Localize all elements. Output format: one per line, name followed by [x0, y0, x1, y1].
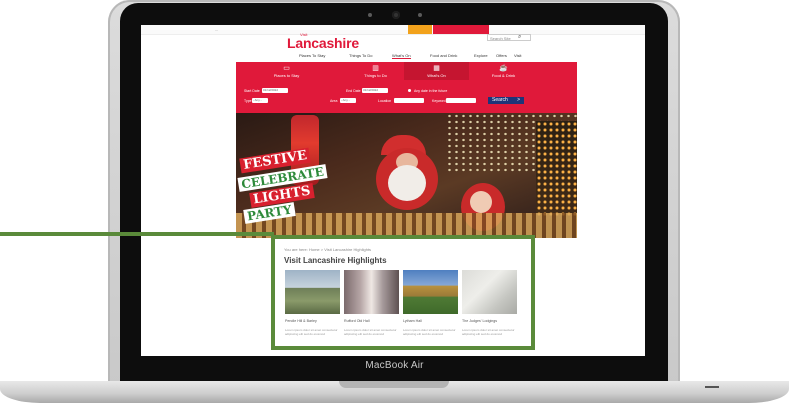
tab-label: Things to Do — [364, 73, 387, 78]
end-date-label: End Date — [346, 89, 361, 93]
location-input[interactable] — [394, 98, 424, 103]
highlight-card[interactable]: Lytham Hall Lorem ipsum dolor sit amet c… — [403, 270, 458, 336]
lit-tree — [536, 121, 577, 216]
highlights-callout: You are here: Home > Visit Lancashire Hi… — [271, 235, 535, 350]
card-description: Lorem ipsum dolor sit amet consectetur a… — [344, 327, 397, 336]
breadcrumb: You are here: Home > Visit Lancashire Hi… — [284, 247, 372, 252]
search-button[interactable]: Search > — [488, 97, 524, 104]
nav-item-explore[interactable]: Explore — [474, 53, 488, 58]
ticket-icon: ▥ — [372, 65, 379, 72]
nav-item-offers[interactable]: Offers — [496, 53, 507, 58]
callout-pointer-line — [0, 232, 274, 236]
card-image — [462, 270, 517, 314]
laptop-screen: ... Search Site ⌕ Visit Lancashire Place… — [141, 25, 645, 356]
sensor-dot — [368, 13, 372, 17]
card-image — [403, 270, 458, 314]
start-date-field[interactable]: 01/12/2022 — [262, 88, 288, 93]
card-image — [344, 270, 399, 314]
nav-item-places-to-stay[interactable]: Places To Stay — [299, 53, 325, 58]
start-date-label: Start Date — [244, 89, 260, 93]
hero-banner[interactable]: FESTIVE CELEBRATE LIGHTS PARTY — [236, 113, 577, 238]
type-select[interactable]: - Any - — [252, 98, 268, 103]
tab-places-to-stay[interactable]: ▭ Places to Stay — [254, 62, 319, 80]
top-promo-block[interactable] — [408, 25, 432, 34]
area-select[interactable]: - Any - — [340, 98, 356, 103]
card-image — [285, 270, 340, 314]
section-title: Visit Lancashire Highlights — [284, 256, 387, 265]
tab-label: What's On — [427, 73, 446, 78]
keyword-input[interactable] — [446, 98, 476, 103]
search-tabs: ▭ Places to Stay ▥ Things to Do ▦ What's… — [236, 62, 577, 80]
highlight-card[interactable]: The Judges' Lodgings Lorem ipsum dolor s… — [462, 270, 517, 336]
bed-icon: ▭ — [283, 65, 290, 72]
card-title[interactable]: The Judges' Lodgings — [462, 319, 517, 324]
site-search-input[interactable]: Search Site — [487, 34, 531, 41]
tab-label: Places to Stay — [273, 73, 300, 78]
mrs-claus-face — [470, 191, 492, 213]
search-panel: ▭ Places to Stay ▥ Things to Do ▦ What's… — [236, 62, 577, 113]
tab-food-and-drink[interactable]: ☕ Food & Drink — [471, 62, 536, 80]
location-label: Location — [378, 99, 392, 103]
card-title[interactable]: Rufford Old Hall — [344, 319, 399, 324]
top-promo-block[interactable] — [433, 25, 489, 34]
nav-item-visit[interactable]: Visit — [514, 53, 521, 58]
nav-item-things-to-do[interactable]: Things To Do — [349, 53, 373, 58]
card-description: Lorem ipsum dolor sit amet consectetur a… — [403, 327, 456, 336]
card-description: Lorem ipsum dolor sit amet consectetur a… — [462, 327, 515, 336]
nav-item-food-and-drink[interactable]: Food and Drink — [430, 53, 457, 58]
type-label: Type — [244, 99, 252, 103]
main-nav: Places To Stay Things To Do What's On Fo… — [289, 53, 521, 61]
card-title[interactable]: Pendle Hill & Barley — [285, 319, 340, 324]
search-icon[interactable]: ⌕ — [518, 34, 521, 41]
any-date-radio[interactable] — [408, 89, 411, 92]
top-strip: ... — [141, 25, 645, 35]
laptop-indicator — [705, 386, 719, 388]
area-label: Area — [330, 99, 338, 103]
nav-item-whats-on[interactable]: What's On — [392, 53, 411, 59]
laptop-hinge-notch — [339, 381, 449, 388]
highlight-card[interactable]: Pendle Hill & Barley Lorem ipsum dolor s… — [285, 270, 340, 336]
tab-label: Food & Drink — [491, 73, 516, 78]
cup-icon: ☕ — [499, 65, 508, 72]
search-button-label: Search — [492, 97, 508, 103]
keyword-label: Keyword — [432, 99, 446, 103]
arrow-right-icon: > — [517, 97, 520, 103]
sensor-dot — [418, 13, 422, 17]
card-title[interactable]: Lytham Hall — [403, 319, 458, 324]
site-logo[interactable]: Lancashire — [287, 35, 359, 51]
topbar-text: ... — [215, 27, 219, 32]
laptop-brand-label: MacBook Air — [365, 360, 424, 371]
camera-icon — [392, 11, 400, 19]
card-description: Lorem ipsum dolor sit amet consectetur a… — [285, 327, 338, 336]
end-date-field[interactable]: 31/12/2022 — [362, 88, 388, 93]
calendar-icon: ▦ — [433, 65, 440, 72]
any-date-label: Any date in the future — [414, 89, 448, 93]
tab-whats-on[interactable]: ▦ What's On — [404, 62, 469, 80]
santa-beard — [388, 165, 426, 201]
tab-things-to-do[interactable]: ▥ Things to Do — [343, 62, 408, 80]
highlight-card[interactable]: Rufford Old Hall Lorem ipsum dolor sit a… — [344, 270, 399, 336]
